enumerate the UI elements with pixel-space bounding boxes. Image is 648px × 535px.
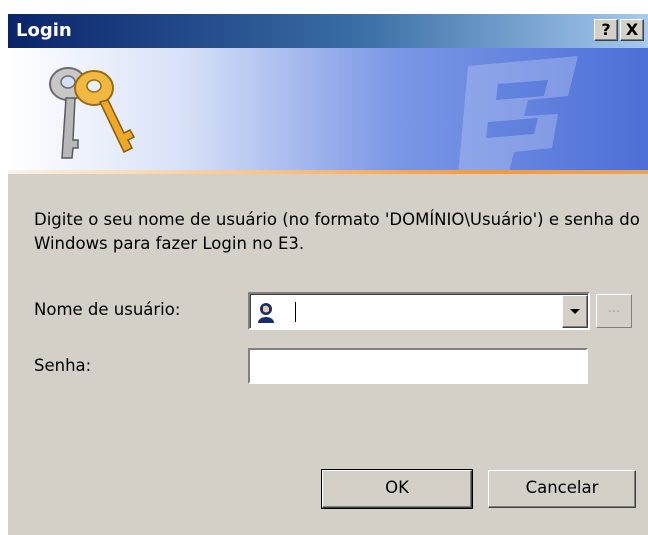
title-bar[interactable]: Login ? X [8, 14, 648, 48]
ok-button[interactable]: OK [321, 469, 473, 509]
instruction-text: Digite o seu nome de usuário (no formato… [34, 210, 640, 253]
e3-logo-watermark-icon [458, 56, 578, 170]
username-label: Nome de usuário: [34, 300, 181, 319]
user-icon [258, 303, 274, 323]
help-button[interactable]: ? [594, 19, 618, 41]
login-dialog: Login ? X Digite o seu nome de usuário (… [8, 14, 648, 535]
chevron-down-icon[interactable] [562, 295, 588, 328]
close-button[interactable]: X [620, 19, 644, 41]
keys-icon [49, 67, 136, 159]
username-combobox[interactable] [248, 292, 590, 330]
cancel-button[interactable]: Cancelar [488, 470, 636, 508]
browse-button[interactable]: ... [596, 294, 632, 328]
password-label: Senha: [34, 356, 92, 375]
window-title: Login [16, 20, 72, 41]
password-field[interactable] [248, 348, 588, 384]
banner-divider [8, 170, 648, 174]
text-caret [295, 302, 296, 322]
